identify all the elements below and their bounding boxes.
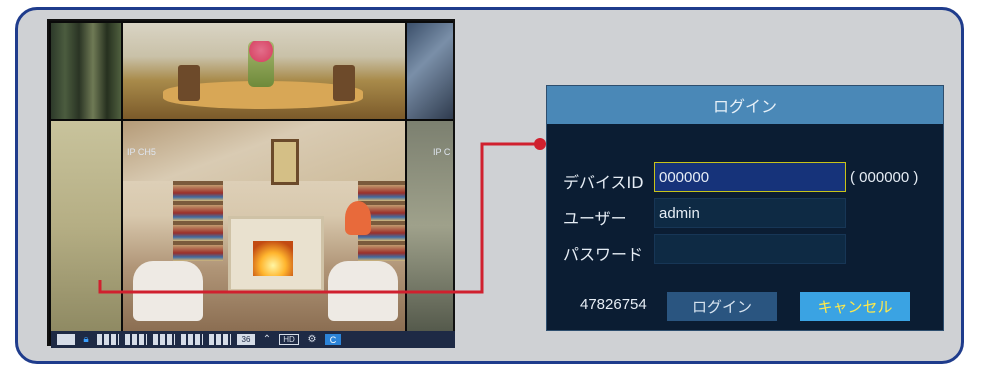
dialog-title: ログイン (547, 86, 943, 124)
password-label: パスワード (563, 245, 644, 264)
cancel-button[interactable]: キャンセル (800, 292, 910, 321)
login-button[interactable]: ログイン (667, 292, 777, 321)
connector-dot (534, 138, 546, 150)
device-id-hint: ( 000000 ) (850, 169, 919, 186)
device-code: 47826754 (580, 296, 647, 313)
user-label: ユーザー (563, 209, 627, 228)
login-dialog: ログイン デバイスID 000000 ( 000000 ) ユーザー admin… (546, 85, 944, 331)
password-field[interactable] (654, 234, 846, 264)
device-id-field[interactable]: 000000 (654, 162, 846, 192)
device-id-label: デバイスID (563, 173, 644, 192)
connector-line (98, 142, 540, 294)
user-field[interactable]: admin (654, 198, 846, 228)
